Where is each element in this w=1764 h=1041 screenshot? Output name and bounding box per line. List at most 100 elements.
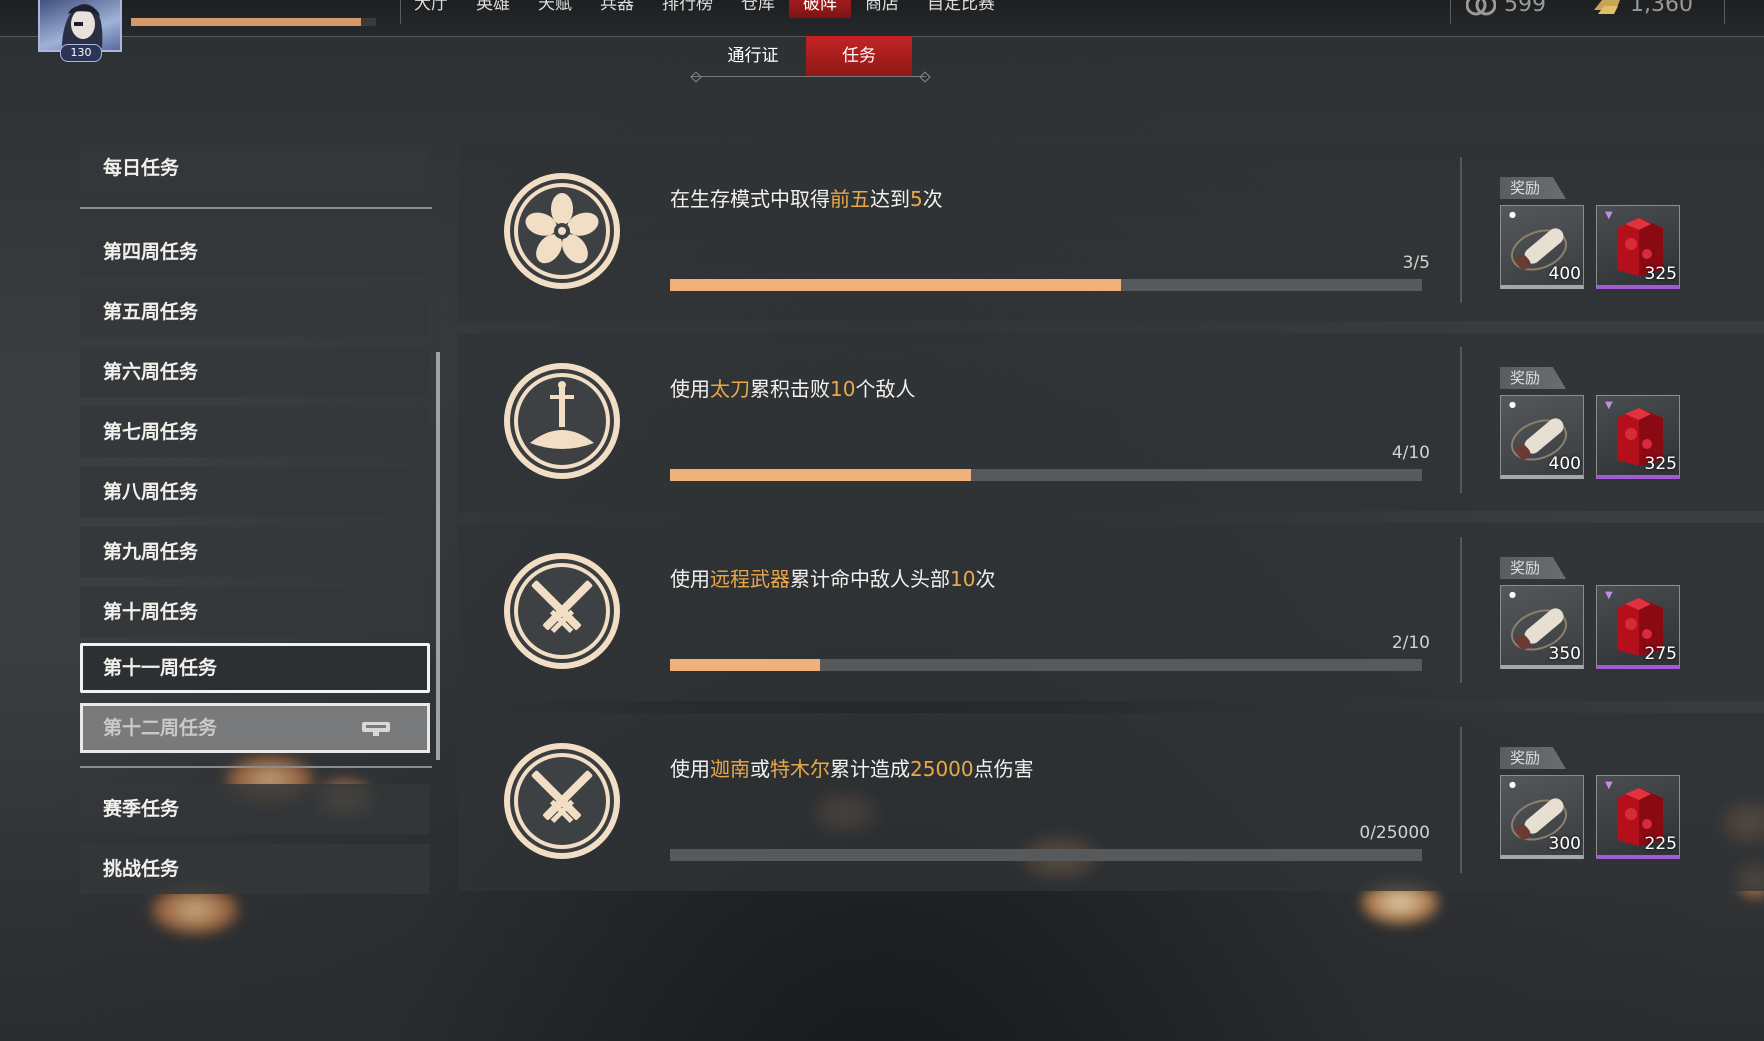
task-progress-text: 2/10 — [1391, 633, 1430, 653]
menu-week-9[interactable]: 第九周任务 — [80, 527, 430, 577]
divider — [1724, 0, 1725, 24]
card-divider — [1460, 347, 1462, 493]
rarity-icon: ▼ — [1605, 590, 1613, 601]
task-title-text: 达到 — [870, 187, 910, 211]
nav-tab[interactable]: 兵器 — [586, 0, 648, 18]
reward-item[interactable]: ● 400 — [1500, 395, 1584, 479]
crossed-swords-emblem-icon — [500, 739, 624, 863]
drop-icon: ● — [1509, 590, 1516, 599]
reward-item[interactable]: ● 350 — [1500, 585, 1584, 669]
scroll-thumb[interactable] — [436, 352, 440, 760]
tab-pass[interactable]: 通行证 — [700, 36, 806, 76]
reward-item[interactable]: ▼ 325 — [1596, 395, 1680, 479]
card-divider — [1460, 157, 1462, 303]
reward-label: 奖励 — [1500, 747, 1566, 769]
menu-week-5[interactable]: 第五周任务 — [80, 287, 430, 337]
reward-item[interactable]: ▼ 325 — [1596, 205, 1680, 289]
reward-label: 奖励 — [1500, 557, 1566, 579]
menu-daily-tasks[interactable]: 每日任务 — [80, 143, 430, 193]
reward-item[interactable]: ▼ 225 — [1596, 775, 1680, 859]
sub-tabs: 通行证 任务 — [700, 36, 912, 76]
menu-week-11[interactable]: 第十一周任务 — [80, 643, 430, 693]
menu-divider — [80, 766, 432, 768]
drop-icon: ● — [1509, 780, 1516, 789]
rarity-icon: ▼ — [1605, 400, 1613, 411]
task-card: 使用远程武器累计命中敌人头部10次 2/10 奖励 ● 350 ▼ 275 — [458, 523, 1764, 701]
task-progress-text: 0/25000 — [1359, 823, 1430, 843]
menu-week-10[interactable]: 第十周任务 — [80, 587, 430, 637]
task-title-highlight: 远程武器 — [710, 567, 790, 591]
drop-icon: ● — [1509, 210, 1516, 219]
reward-count: 325 — [1644, 264, 1677, 284]
drop-icon: ● — [1509, 400, 1516, 409]
task-title-highlight: 太刀 — [710, 377, 750, 401]
reward-count: 275 — [1644, 644, 1677, 664]
task-title-highlight: 特木尔 — [770, 757, 830, 781]
nav-tab[interactable]: 自定比赛 — [913, 0, 1009, 18]
tab-tasks[interactable]: 任务 — [806, 36, 912, 76]
nav-tab[interactable]: 大厅 — [400, 0, 462, 18]
task-title-text: 次 — [975, 567, 996, 591]
menu-scrollbar[interactable] — [436, 220, 440, 760]
nav-tab[interactable]: 破阵 — [789, 0, 851, 18]
task-progress-bar — [670, 279, 1422, 291]
task-progress-fill — [670, 279, 1122, 291]
reward-count: 400 — [1548, 454, 1581, 474]
reward-label: 奖励 — [1500, 177, 1566, 199]
coin-stack-icon — [1466, 0, 1496, 16]
task-title-text: 累计造成 — [830, 757, 910, 781]
ornament-diamond — [919, 71, 931, 83]
task-title-text: 使用 — [670, 567, 710, 591]
reward-count: 350 — [1548, 644, 1581, 664]
nav-tab[interactable]: 仓库 — [727, 0, 789, 18]
task-title: 使用太刀累积击败10个敌人 — [670, 373, 915, 402]
reward-count: 400 — [1548, 264, 1581, 284]
task-title: 在生存模式中取得前五达到5次 — [670, 183, 943, 212]
main-nav: 大厅 英雄 天赋 兵器 排行榜 仓库 破阵 商店 自定比赛 — [400, 0, 1009, 18]
task-title-highlight: 迦南 — [710, 757, 750, 781]
reward-label: 奖励 — [1500, 367, 1566, 389]
nav-tab[interactable]: 天赋 — [524, 0, 586, 18]
task-title: 使用迦南或特木尔累计造成25000点伤害 — [670, 753, 1034, 782]
reward-item[interactable]: ● 400 — [1500, 205, 1584, 289]
nav-tab[interactable]: 英雄 — [462, 0, 524, 18]
task-title: 使用远程武器累计命中敌人头部10次 — [670, 563, 995, 592]
menu-week-12[interactable]: 第十二周任务 — [80, 703, 430, 753]
task-title-text: 累积击败 — [750, 377, 830, 401]
task-title-text: 使用 — [670, 377, 710, 401]
reward-count: 325 — [1644, 454, 1677, 474]
task-progress-text: 3/5 — [1402, 253, 1430, 273]
menu-week-4[interactable]: 第四周任务 — [80, 227, 430, 277]
task-progress-bar — [670, 849, 1422, 861]
task-title-text: 个敌人 — [855, 377, 916, 401]
hero-portrait-icon — [62, 4, 103, 48]
task-title-highlight: 前五 — [830, 187, 870, 211]
task-title-text: 点伤害 — [973, 757, 1034, 781]
menu-season-tasks[interactable]: 赛季任务 — [80, 784, 430, 834]
task-card: 在生存模式中取得前五达到5次 3/5 奖励 ● 400 ▼ 325 — [458, 143, 1764, 321]
task-title-text: 使用 — [670, 757, 710, 781]
currency-gold: 1,360 — [1592, 0, 1693, 17]
task-progress-fill — [670, 659, 821, 671]
sakura-emblem-icon — [500, 169, 624, 293]
reward-count: 225 — [1644, 834, 1677, 854]
task-progress-text: 4/10 — [1391, 443, 1430, 463]
task-progress-bar — [670, 469, 1422, 481]
nav-tab[interactable]: 排行榜 — [648, 0, 727, 18]
reward-item[interactable]: ▼ 275 — [1596, 585, 1680, 669]
task-title-highlight: 10 — [950, 567, 976, 591]
currency-gold-value: 1,360 — [1630, 0, 1693, 17]
menu-week-6[interactable]: 第六周任务 — [80, 347, 430, 397]
menu-challenge-tasks[interactable]: 挑战任务 — [80, 844, 430, 894]
crossed-swords-emblem-icon — [500, 549, 624, 673]
xp-bar — [131, 18, 376, 26]
nav-tab[interactable]: 商店 — [851, 0, 913, 18]
reward-item[interactable]: ● 300 — [1500, 775, 1584, 859]
task-title-text: 或 — [750, 757, 770, 781]
task-progress-bar — [670, 659, 1422, 671]
task-title-highlight: 10 — [830, 377, 856, 401]
task-title-highlight: 25000 — [910, 757, 974, 781]
task-card: 使用太刀累积击败10个敌人 4/10 奖励 ● 400 ▼ 325 — [458, 333, 1764, 511]
menu-week-7[interactable]: 第七周任务 — [80, 407, 430, 457]
menu-week-8[interactable]: 第八周任务 — [80, 467, 430, 517]
